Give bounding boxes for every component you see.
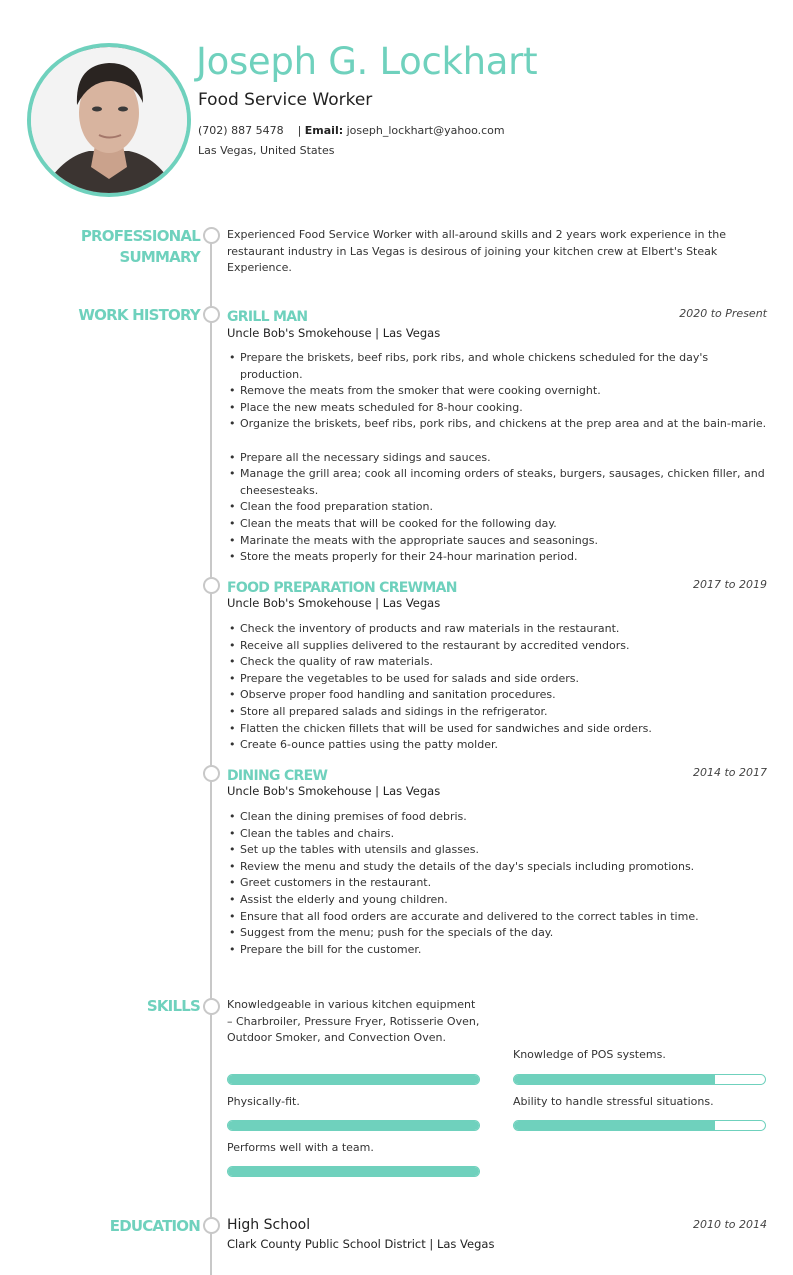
skill-level-fill <box>228 1167 479 1176</box>
job-duty-item: Set up the tables with utensils and glas… <box>227 842 772 859</box>
email-address[interactable]: joseph_lockhart@yahoo.com <box>347 124 505 137</box>
job-header: DINING CREW 2014 to 2017 <box>227 765 767 784</box>
job-duty-item: Ensure that all food orders are accurate… <box>227 909 772 926</box>
job-duty-item: Store the meats properly for their 24-ho… <box>227 549 772 566</box>
job-duty-item: Suggest from the menu; push for the spec… <box>227 925 772 942</box>
summary-text: Experienced Food Service Worker with all… <box>227 228 727 274</box>
profile-photo <box>27 43 191 197</box>
contact-separator: | <box>297 124 302 137</box>
job-header: FOOD PREPARATION CREWMAN 2017 to 2019 <box>227 577 767 596</box>
job-duty-item: Clean the meats that will be cooked for … <box>227 516 772 533</box>
education-dates: 2010 to 2014 <box>692 1218 767 1231</box>
skill-item: Performs well with a team. <box>227 1140 480 1180</box>
summary-label-line-2: SUMMARY <box>119 248 201 266</box>
section-label-work-history: WORK HISTORY <box>78 306 200 324</box>
skill-label: Ability to handle stressful situations. <box>513 1095 714 1108</box>
candidate-location: Las Vegas, United States <box>198 144 335 157</box>
portrait-image <box>31 47 187 193</box>
job-duty-item: Place the new meats scheduled for 8-hour… <box>227 400 772 417</box>
timeline-marker-icon <box>203 765 220 782</box>
skill-item: Ability to handle stressful situations. <box>513 1094 766 1134</box>
job-duty-item: Create 6-ounce patties using the patty m… <box>227 737 772 754</box>
list-spacer <box>227 433 772 450</box>
contact-line: (702) 887 5478 | Email: joseph_lockhart@… <box>198 124 505 137</box>
skill-level-fill <box>228 1121 479 1130</box>
section-label-education: EDUCATION <box>109 1217 201 1235</box>
education-degree: High School <box>227 1217 311 1233</box>
job-title: DINING CREW <box>227 768 328 784</box>
job-duties-list: Prepare the briskets, beef ribs, pork ri… <box>227 350 772 566</box>
timeline-line <box>210 236 212 1275</box>
skill-label: Knowledge of POS systems. <box>513 1048 666 1061</box>
job-employer: Uncle Bob's Smokehouse | Las Vegas <box>227 784 441 798</box>
skill-level-fill <box>228 1075 479 1084</box>
job-employer: Uncle Bob's Smokehouse | Las Vegas <box>227 596 441 610</box>
education-school: Clark County Public School District | La… <box>227 1237 495 1251</box>
job-duty-item: Organize the briskets, beef ribs, pork r… <box>227 416 772 433</box>
timeline-marker-icon <box>203 998 220 1015</box>
job-duty-item: Prepare the vegetables to be used for sa… <box>227 671 772 688</box>
job-duty-item: Check the quality of raw materials. <box>227 654 772 671</box>
job-header: GRILL MAN 2020 to Present <box>227 306 767 325</box>
candidate-name: Joseph G. Lockhart <box>196 40 538 83</box>
section-label-skills: SKILLS <box>146 997 201 1015</box>
skill-label: Knowledgeable in various kitchen equipme… <box>227 998 480 1044</box>
summary-label-line-1: PROFESSIONAL <box>80 227 201 245</box>
job-duty-item: Prepare the briskets, beef ribs, pork ri… <box>227 350 772 383</box>
job-duty-item: Manage the grill area; cook all incoming… <box>227 466 772 499</box>
job-duty-item: Clean the dining premises of food debris… <box>227 809 772 826</box>
timeline-marker-icon <box>203 227 220 244</box>
job-dates: 2017 to 2019 <box>692 578 767 591</box>
skill-label: Performs well with a team. <box>227 1141 374 1154</box>
job-duty-item: Prepare the bill for the customer. <box>227 942 772 959</box>
skill-level-fill <box>514 1121 715 1130</box>
skill-level-bar <box>513 1074 766 1085</box>
skill-level-bar <box>227 1120 480 1131</box>
resume-header: Joseph G. Lockhart Food Service Worker (… <box>0 0 793 200</box>
job-duties-list: Clean the dining premises of food debris… <box>227 809 772 958</box>
job-duty-item: Greet customers in the restaurant. <box>227 875 772 892</box>
timeline-marker-icon <box>203 577 220 594</box>
skill-level-bar <box>227 1166 480 1177</box>
candidate-title: Food Service Worker <box>198 90 373 110</box>
job-duty-item: Observe proper food handling and sanitat… <box>227 687 772 704</box>
timeline-marker-icon <box>203 1217 220 1234</box>
timeline-marker-icon <box>203 306 220 323</box>
skill-level-fill <box>514 1075 715 1084</box>
job-duty-item: Check the inventory of products and raw … <box>227 621 772 638</box>
job-title: FOOD PREPARATION CREWMAN <box>227 580 458 596</box>
skill-item: Knowledge of POS systems. <box>513 1047 766 1087</box>
job-dates: 2020 to Present <box>679 307 767 320</box>
job-duty-item: Receive all supplies delivered to the re… <box>227 638 772 655</box>
job-duty-item: Clean the tables and chairs. <box>227 826 772 843</box>
section-label-summary: PROFESSIONAL SUMMARY <box>80 226 201 268</box>
phone-number: (702) 887 5478 <box>198 124 284 137</box>
job-duty-item: Assist the elderly and young children. <box>227 892 772 909</box>
job-dates: 2014 to 2017 <box>692 766 767 779</box>
job-duties-list: Check the inventory of products and raw … <box>227 621 772 754</box>
skill-item: Physically-fit. <box>227 1094 480 1134</box>
skill-item: Knowledgeable in various kitchen equipme… <box>227 997 480 1087</box>
skill-level-bar <box>513 1120 766 1131</box>
email-label: Email: <box>304 124 344 137</box>
skill-label: Physically-fit. <box>227 1095 300 1108</box>
job-duty-item: Store all prepared salads and sidings in… <box>227 704 772 721</box>
job-duty-item: Prepare all the necessary sidings and sa… <box>227 450 772 467</box>
job-duty-item: Review the menu and study the details of… <box>227 859 772 876</box>
job-duty-item: Remove the meats from the smoker that we… <box>227 383 772 400</box>
job-duty-item: Clean the food preparation station. <box>227 499 772 516</box>
job-title: GRILL MAN <box>227 309 308 325</box>
job-duty-item: Marinate the meats with the appropriate … <box>227 533 772 550</box>
job-employer: Uncle Bob's Smokehouse | Las Vegas <box>227 326 441 340</box>
skill-level-bar <box>227 1074 480 1085</box>
job-duty-item: Flatten the chicken fillets that will be… <box>227 721 772 738</box>
